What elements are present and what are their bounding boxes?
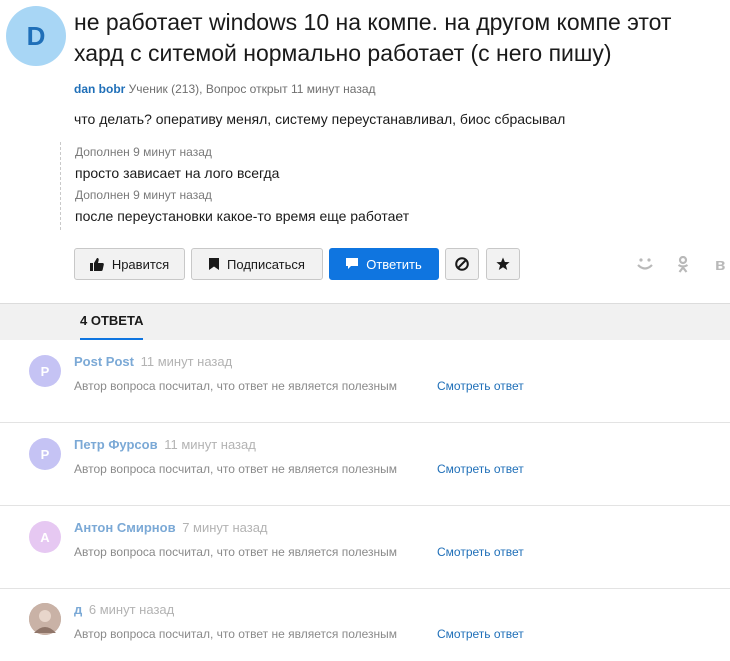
answer-time: 11 минут назад (164, 437, 256, 452)
addendum-label: Дополнен 9 минут назад (75, 145, 212, 159)
answer-time: 11 минут назад (140, 354, 233, 369)
view-answer-link[interactable]: Смотреть ответ (437, 545, 524, 559)
answer-note: Автор вопроса посчитал, что ответ не явл… (74, 462, 398, 476)
answer-button[interactable]: Ответить (329, 248, 439, 280)
subscribe-label: Подписаться (227, 256, 305, 272)
favorite-button[interactable] (486, 248, 520, 280)
answer-header: Post Post 11 минут назад (74, 354, 232, 369)
answer-author[interactable]: Post Post (74, 354, 134, 369)
addendum-text: после переустановки какое-то время еще р… (75, 208, 410, 224)
share-vk-icon[interactable]: в (715, 255, 725, 275)
answers-tabbar: 4 ОТВЕТА (0, 303, 730, 340)
answer-avatar[interactable]: P (29, 355, 61, 387)
author-avatar-letter: D (26, 20, 46, 51)
answer-note: Автор вопроса посчитал, что ответ не явл… (74, 379, 398, 393)
share-mailru-icon[interactable] (636, 256, 654, 276)
user-photo-icon (29, 603, 61, 635)
answer-author[interactable]: д (74, 602, 82, 617)
answer-item: д 6 минут назад Автор вопроса посчитал, … (0, 588, 730, 661)
like-button[interactable]: Нравится (74, 248, 185, 280)
answer-item: P Post Post 11 минут назад Автор вопроса… (0, 340, 730, 423)
answer-author[interactable]: Антон Смирнов (74, 520, 176, 535)
block-icon (455, 257, 469, 271)
question-body: что делать? оперативу менял, систему пер… (74, 111, 566, 127)
author-avatar[interactable]: D (6, 6, 66, 66)
addendum-label: Дополнен 9 минут назад (75, 188, 212, 202)
report-button[interactable] (445, 248, 479, 280)
view-answer-link[interactable]: Смотреть ответ (437, 627, 524, 641)
answer-author[interactable]: Петр Фурсов (74, 437, 158, 452)
answer-label: Ответить (366, 256, 422, 272)
answer-avatar-letter: A (40, 529, 50, 545)
question-meta: dan bobr Ученик (213), Вопрос открыт 11 … (74, 82, 376, 96)
answer-header: Петр Фурсов 11 минут назад (74, 437, 256, 452)
like-label: Нравится (111, 256, 170, 272)
subscribe-button[interactable]: Подписаться (191, 248, 323, 280)
question-addenda: Дополнен 9 минут назад просто зависает н… (60, 142, 560, 230)
answer-avatar-letter: P (40, 363, 50, 379)
author-meta-text: Ученик (213), Вопрос открыт 11 минут наз… (128, 82, 376, 96)
comment-icon (346, 258, 359, 270)
answer-item: P Петр Фурсов 11 минут назад Автор вопро… (0, 423, 730, 506)
answer-avatar[interactable]: A (29, 521, 61, 553)
question-title: не работает windows 10 на компе. на друг… (74, 9, 672, 66)
answer-header: Антон Смирнов 7 минут назад (74, 520, 268, 535)
star-icon (496, 257, 510, 271)
thumbs-up-icon (89, 257, 104, 271)
view-answer-link[interactable]: Смотреть ответ (437, 462, 524, 476)
answer-time: 6 минут назад (88, 602, 175, 617)
answer-time: 7 минут назад (182, 520, 268, 535)
view-answer-link[interactable]: Смотреть ответ (437, 379, 524, 393)
addendum-1: Дополнен 9 минут назад просто зависает н… (75, 145, 279, 181)
answer-avatar-letter: P (40, 446, 50, 462)
answer-avatar-photo[interactable] (29, 603, 61, 635)
share-odnoklassniki-icon[interactable] (677, 255, 689, 278)
tab-answers[interactable]: 4 ОТВЕТА (80, 313, 144, 340)
answer-item: A Антон Смирнов 7 минут назад Автор вопр… (0, 506, 730, 589)
author-link[interactable]: dan bobr (74, 82, 125, 96)
answer-note: Автор вопроса посчитал, что ответ не явл… (74, 627, 398, 641)
bookmark-icon (209, 258, 220, 270)
addendum-2: Дополнен 9 минут назад после переустанов… (75, 188, 409, 224)
answer-header: д 6 минут назад (74, 602, 174, 617)
answer-note: Автор вопроса посчитал, что ответ не явл… (74, 545, 398, 559)
answer-avatar[interactable]: P (29, 438, 61, 470)
addendum-text: просто зависает на лого всегда (75, 165, 280, 181)
